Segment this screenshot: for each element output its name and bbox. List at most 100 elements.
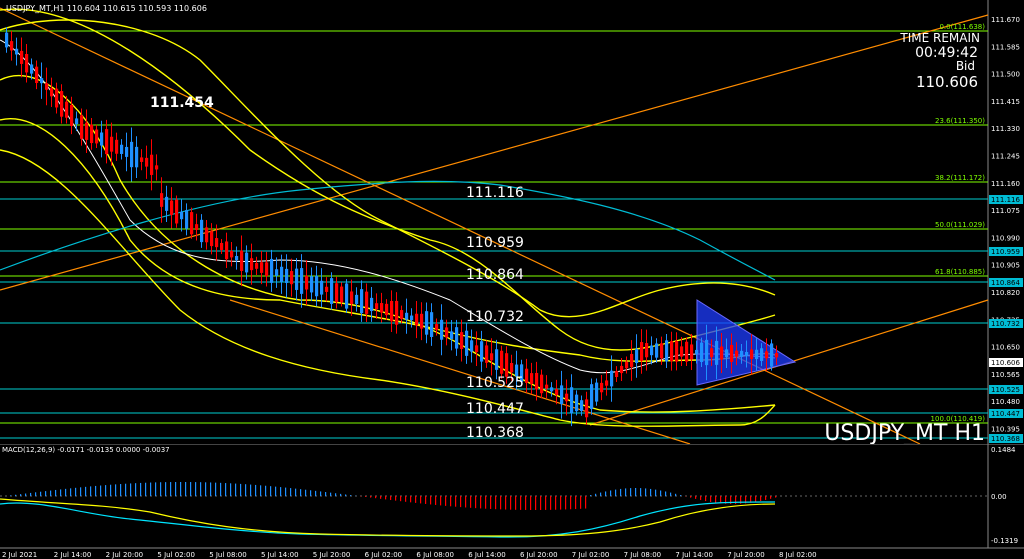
level-label: 110.864 [466, 267, 524, 283]
macd-header: MACD(12,26,9) -0.0171 -0.0135 0.0000 -0.… [2, 446, 170, 454]
macd-bar [605, 491, 607, 496]
time-tick: 5 Jul 08:00 [209, 551, 247, 559]
candle-body [495, 349, 499, 370]
macd-bar [370, 496, 372, 498]
macd-bar [200, 482, 202, 496]
macd-bar [435, 496, 437, 505]
macd-bar [190, 482, 192, 496]
time-tick: 5 Jul 02:00 [157, 551, 195, 559]
macd-bar [760, 496, 762, 502]
macd-bar [675, 493, 677, 496]
level-label: 111.116 [466, 185, 524, 201]
macd-bar [680, 495, 682, 496]
macd-bar [80, 487, 82, 496]
macd-bar [315, 490, 317, 496]
macd-bar [450, 496, 452, 507]
macd-bar [210, 482, 212, 496]
macd-bar [185, 482, 187, 496]
macd-bar [275, 486, 277, 496]
candle-body [435, 324, 439, 330]
macd-bar [260, 485, 262, 496]
macd-bar [555, 496, 557, 510]
candle-body [10, 41, 14, 51]
macd-tick: -0.1319 [991, 537, 1018, 545]
macd-bar [10, 495, 12, 496]
macd-bar [510, 496, 512, 510]
candle-body [290, 271, 294, 285]
price-tick: 111.245 [991, 153, 1020, 161]
price-tick: 110.395 [991, 426, 1020, 434]
candle-body [475, 345, 479, 353]
candle-body [280, 266, 284, 282]
candle-body [640, 342, 644, 361]
candle-body [325, 286, 329, 292]
macd-bar [255, 484, 257, 496]
macd-bar [385, 496, 387, 500]
candle-body [220, 242, 224, 250]
candle-body [380, 303, 384, 313]
macd-bar [505, 496, 507, 510]
macd-bar [30, 492, 32, 496]
candle-body [670, 341, 674, 362]
candle-body [190, 212, 194, 235]
price-tick: 111.585 [991, 43, 1020, 51]
price-chart[interactable]: USDJPY_MT,H1 110.604 110.615 110.593 110… [0, 0, 1024, 444]
macd-bar [640, 488, 642, 496]
macd-bar [410, 496, 412, 503]
candle-body [545, 384, 549, 389]
candle-body [165, 196, 169, 211]
macd-bar [170, 482, 172, 496]
bid-label: Bid [956, 59, 975, 73]
macd-bar [60, 489, 62, 496]
level-labels: 111.116 110.959 110.864 110.732 110.525 … [466, 185, 524, 441]
candle-body [570, 387, 574, 414]
macd-bar [165, 482, 167, 496]
macd-bar [160, 482, 162, 496]
candle-body [225, 241, 229, 260]
bid-value: 110.606 [916, 73, 978, 91]
macd-bar [770, 496, 772, 499]
time-tick: 2 Jul 14:00 [54, 551, 92, 559]
macd-bar [440, 496, 442, 506]
macd-bar [220, 482, 222, 496]
candle-body [455, 327, 459, 349]
macd-bar [90, 486, 92, 496]
macd-bar [455, 496, 457, 507]
time-tick: 2 Jul 2021 [2, 551, 37, 559]
macd-bar [540, 496, 542, 510]
macd-bar [665, 491, 667, 496]
candle-body [130, 141, 134, 168]
candle-body [400, 310, 404, 319]
candle-body [425, 311, 429, 335]
candle-body [655, 343, 659, 358]
candle-body [5, 32, 9, 48]
candle-body [315, 275, 319, 297]
candle-body [600, 382, 604, 393]
level-tag: 110.864 [991, 279, 1020, 287]
macd-panel[interactable]: MACD(12,26,9) -0.0171 -0.0135 0.0000 -0.… [0, 444, 1024, 559]
macd-bar [460, 496, 462, 508]
macd-bar [15, 494, 17, 496]
candle-body [25, 53, 29, 73]
candle-body [135, 146, 139, 168]
macd-bar [115, 484, 117, 496]
macd-bar [690, 496, 692, 498]
candle-body [630, 353, 634, 368]
price-tick: 110.820 [991, 289, 1020, 297]
time-tick: 2 Jul 20:00 [106, 551, 144, 559]
macd-bar [215, 482, 217, 496]
candle-body [120, 144, 124, 154]
macd-bar [620, 488, 622, 496]
macd-bar [565, 496, 567, 510]
macd-bar [500, 496, 502, 510]
price-tick: 110.565 [991, 371, 1020, 379]
macd-bar [520, 496, 522, 510]
candle-body [20, 50, 24, 64]
macd-bar [85, 486, 87, 496]
candle-body [575, 394, 579, 412]
candle-body [385, 303, 389, 316]
macd-bar [650, 488, 652, 496]
price-tick: 110.650 [991, 344, 1020, 352]
candle-body [695, 349, 699, 355]
level-tag: 110.959 [991, 248, 1020, 256]
